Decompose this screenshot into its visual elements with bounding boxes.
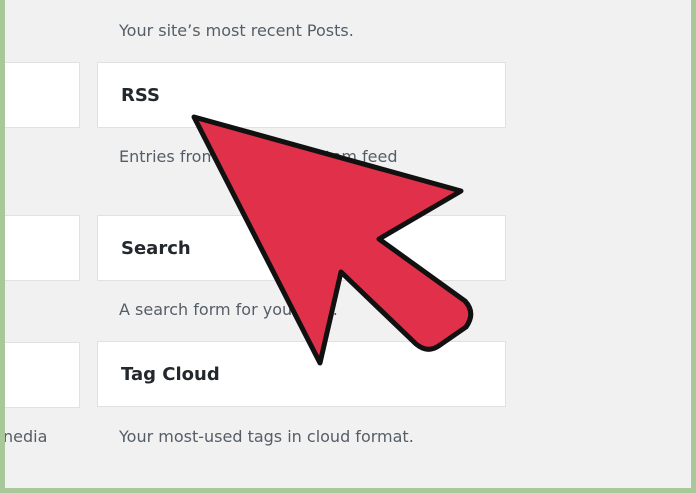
arrow-pointer-icon (191, 114, 474, 366)
cursor-shape (191, 114, 474, 366)
